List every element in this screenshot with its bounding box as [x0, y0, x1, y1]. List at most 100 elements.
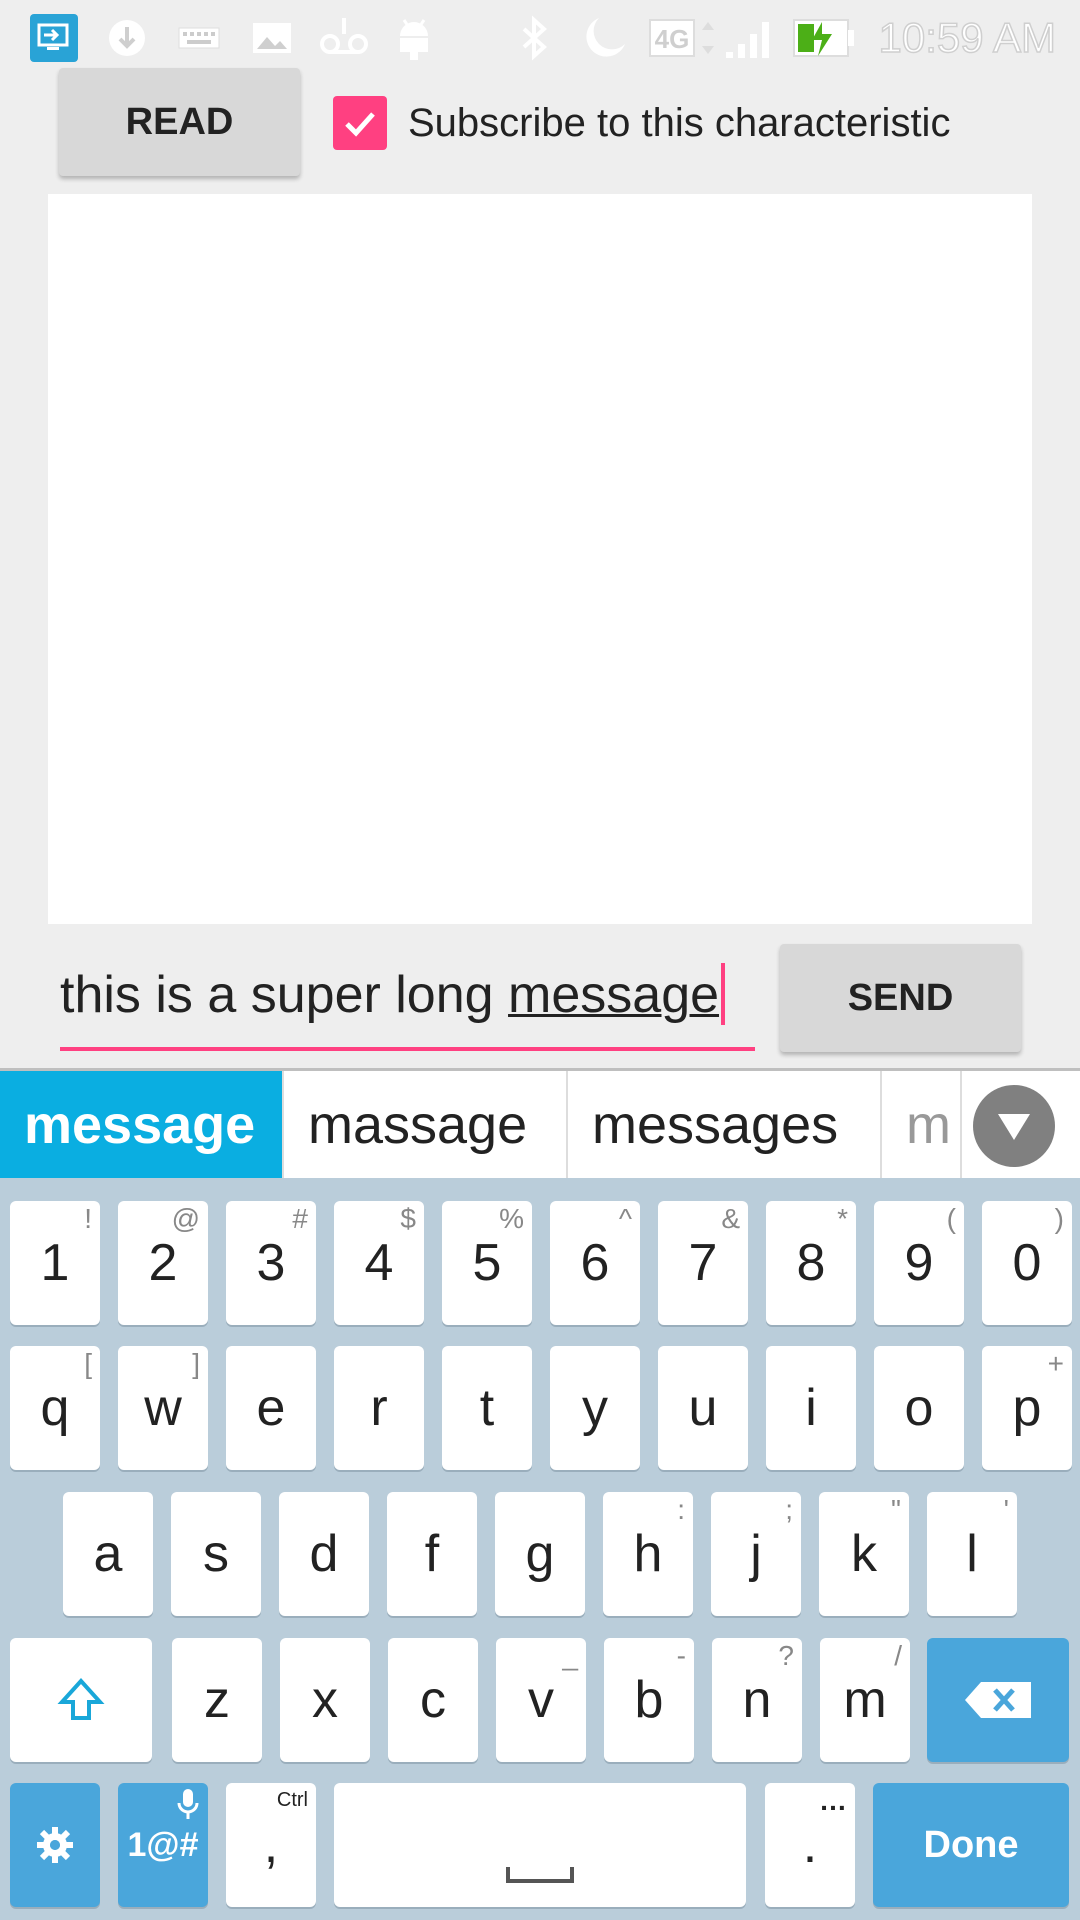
- key-label: c: [420, 1671, 446, 1729]
- key-hint: ": [891, 1494, 901, 1525]
- image-icon: [248, 14, 296, 62]
- settings-key[interactable]: [10, 1783, 100, 1907]
- key-k[interactable]: k ": [819, 1492, 909, 1616]
- checkmark-icon: [345, 112, 375, 137]
- key-x[interactable]: x: [280, 1638, 370, 1762]
- comma-key[interactable]: , Ctrl: [226, 1783, 316, 1907]
- key-label: d: [309, 1525, 339, 1583]
- message-input-text: this is a super long message: [60, 955, 726, 1035]
- bluetooth-icon: [510, 14, 558, 62]
- suggestion-item[interactable]: messages: [568, 1071, 882, 1178]
- key-7[interactable]: 7 &: [658, 1201, 748, 1325]
- key-5[interactable]: 5%: [442, 1201, 532, 1325]
- key-0[interactable]: 0): [982, 1201, 1072, 1325]
- voicemail-icon: [318, 14, 370, 62]
- read-button[interactable]: READ: [59, 68, 300, 176]
- period-key-label: .: [802, 1816, 818, 1874]
- key-m[interactable]: m /: [820, 1638, 910, 1762]
- suggestion-item[interactable]: message: [0, 1071, 284, 1178]
- send-button[interactable]: SEND: [780, 944, 1021, 1052]
- suggestion-bar: message massage messages m: [0, 1068, 1080, 1178]
- key-f[interactable]: f: [387, 1492, 477, 1616]
- done-key[interactable]: Done: [873, 1783, 1069, 1907]
- status-bar: 4G 10:59 AM: [0, 0, 1080, 75]
- expand-suggestions-button[interactable]: [973, 1085, 1055, 1167]
- key-v[interactable]: v _: [496, 1638, 586, 1762]
- characteristic-output-area[interactable]: [48, 194, 1032, 924]
- download-icon: [103, 14, 151, 62]
- backspace-key[interactable]: [927, 1638, 1069, 1762]
- key-label: n: [742, 1671, 772, 1729]
- key-e[interactable]: e: [226, 1346, 316, 1470]
- microphone-icon: [177, 1789, 199, 1819]
- key-1[interactable]: 1!: [10, 1201, 100, 1325]
- key-i[interactable]: i: [766, 1346, 856, 1470]
- key-g[interactable]: g: [495, 1492, 585, 1616]
- svg-text:4G: 4G: [655, 24, 690, 54]
- key-a[interactable]: a: [63, 1492, 153, 1616]
- key-6[interactable]: 6 ^: [550, 1201, 640, 1325]
- done-key-label: Done: [923, 1823, 1019, 1866]
- key-label: f: [424, 1525, 440, 1583]
- key-2[interactable]: 2 @: [118, 1201, 208, 1325]
- key-w[interactable]: w]: [118, 1346, 208, 1470]
- keyboard-icon: [175, 14, 223, 62]
- key-t[interactable]: t: [442, 1346, 532, 1470]
- shift-arrow-icon: [57, 1678, 105, 1720]
- message-input[interactable]: this is a super long message: [60, 955, 755, 1055]
- key-hint: &: [721, 1203, 740, 1234]
- key-label: a: [93, 1525, 123, 1583]
- key-label: 7: [688, 1234, 718, 1292]
- key-r[interactable]: r: [334, 1346, 424, 1470]
- key-label: 6: [580, 1234, 610, 1292]
- key-s[interactable]: s: [171, 1492, 261, 1616]
- key-c[interactable]: c: [388, 1638, 478, 1762]
- key-label: k: [851, 1525, 877, 1583]
- key-label: b: [634, 1671, 664, 1729]
- key-o[interactable]: o: [874, 1346, 964, 1470]
- key-hint: -: [676, 1640, 686, 1671]
- period-key[interactable]: . …: [765, 1783, 855, 1907]
- key-label: t: [479, 1379, 495, 1437]
- key-d[interactable]: d: [279, 1492, 369, 1616]
- key-label: r: [370, 1379, 388, 1437]
- key-hint: !: [84, 1203, 92, 1234]
- status-time: 10:59 AM: [878, 13, 1057, 62]
- key-label: z: [204, 1671, 230, 1729]
- key-4[interactable]: 4 $: [334, 1201, 424, 1325]
- symbols-key[interactable]: 1@#: [118, 1783, 208, 1907]
- key-y[interactable]: y: [550, 1346, 640, 1470]
- suggestion-item[interactable]: m: [882, 1071, 962, 1178]
- key-label: i: [805, 1379, 817, 1437]
- space-key[interactable]: [334, 1783, 746, 1907]
- key-label: q: [40, 1379, 70, 1437]
- key-label: 9: [904, 1234, 934, 1292]
- network-4g-icon: 4G: [648, 14, 718, 62]
- subscribe-checkbox[interactable]: [333, 96, 387, 150]
- suggestion-item[interactable]: massage: [284, 1071, 568, 1178]
- key-label: w: [144, 1379, 182, 1437]
- key-3[interactable]: 3 #: [226, 1201, 316, 1325]
- key-hint: %: [499, 1203, 524, 1234]
- key-9[interactable]: 9(: [874, 1201, 964, 1325]
- key-label: 8: [796, 1234, 826, 1292]
- key-label: j: [750, 1525, 762, 1583]
- key-p[interactable]: p +: [982, 1346, 1072, 1470]
- key-b[interactable]: b-: [604, 1638, 694, 1762]
- key-h[interactable]: h:: [603, 1492, 693, 1616]
- key-u[interactable]: u: [658, 1346, 748, 1470]
- key-hint: _: [562, 1640, 578, 1671]
- subscribe-label[interactable]: Subscribe to this characteristic: [408, 98, 950, 148]
- key-n[interactable]: n?: [712, 1638, 802, 1762]
- do-not-disturb-moon-icon: [575, 14, 631, 62]
- key-label: s: [203, 1525, 229, 1583]
- key-hint: ?: [778, 1640, 794, 1671]
- key-j[interactable]: j;: [711, 1492, 801, 1616]
- key-q[interactable]: q[: [10, 1346, 100, 1470]
- key-label: l: [966, 1525, 978, 1583]
- input-underline: [60, 1047, 755, 1051]
- key-8[interactable]: 8 *: [766, 1201, 856, 1325]
- key-l[interactable]: l ': [927, 1492, 1017, 1616]
- key-z[interactable]: z: [172, 1638, 262, 1762]
- shift-key[interactable]: [10, 1638, 152, 1762]
